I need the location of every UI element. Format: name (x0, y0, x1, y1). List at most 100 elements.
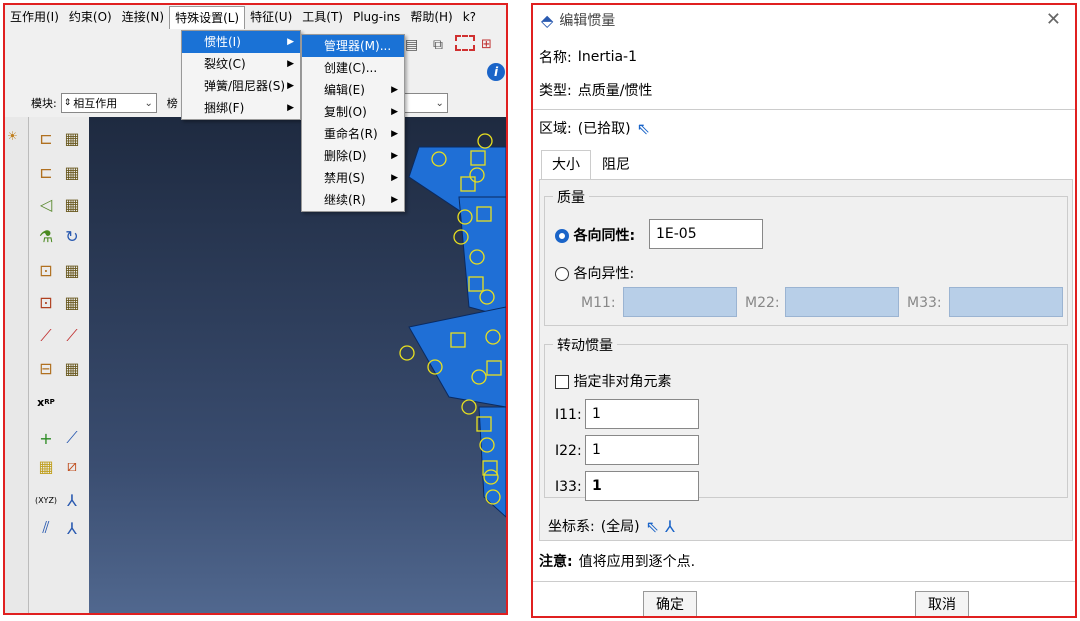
csys-icon[interactable]: ⅄ (665, 517, 675, 536)
m22-label: M22: (745, 295, 780, 311)
menu-constraint[interactable]: 约束(O) (64, 5, 117, 29)
xyz-icon[interactable]: (XYZ) (35, 489, 57, 511)
plane-icon[interactable]: ⫽ (35, 517, 57, 539)
menu-help[interactable]: 帮助(H) (405, 5, 457, 29)
pick-icon[interactable]: ⊞ (481, 37, 492, 52)
offdiag-checkbox[interactable]: 指定非对角元素 (555, 371, 671, 391)
lightbulb-icon[interactable]: ☀ (7, 129, 18, 143)
menu-feature[interactable]: 特征(U) (245, 5, 297, 29)
menu-item-label: 捆绑(F) (204, 101, 245, 115)
isotropic-input[interactable]: 1E-05 (649, 219, 763, 249)
type-row: 类型: 点质量/惯性 (539, 80, 652, 100)
property-create-icon[interactable]: ⊏ (35, 161, 57, 183)
cancel-button[interactable]: 取消 (915, 591, 969, 616)
region-row: 区域: (已拾取) ⇖ (539, 118, 650, 138)
submenu-arrow-icon: ▶ (287, 59, 294, 69)
menu-special[interactable]: 特殊设置(L) (169, 5, 246, 29)
rotate-icon[interactable]: ↻ (61, 225, 83, 247)
i22-input[interactable]: 1 (585, 435, 699, 465)
divider (533, 581, 1075, 582)
abaqus-main-window: 互作用(I) 约束(O) 连接(N) 特殊设置(L) 特征(U) 工具(T) P… (3, 3, 508, 615)
model-label: 榜 (166, 97, 178, 110)
region-value: (已拾取) (577, 121, 631, 137)
divider (533, 109, 1075, 110)
menu-item-spring[interactable]: 弹簧/阻尼器(S) ▶ (182, 75, 300, 97)
menu-item-crack[interactable]: 裂纹(C) ▶ (182, 53, 300, 75)
fastener-icon[interactable]: ⊡ (35, 291, 57, 313)
name-value: Inertia-1 (577, 49, 638, 65)
csys-icon[interactable]: ⅄ (61, 489, 83, 511)
menu-item-suppress[interactable]: 禁用(S) ▶ (302, 167, 404, 189)
constraint-icon[interactable]: ⚗ (35, 225, 57, 247)
print-icon[interactable]: ▤ (405, 37, 418, 53)
tab-panel: 质量 各向同性: 1E-05 各向异性: M11: M22: M33: 转动惯量… (539, 179, 1073, 541)
partition-icon[interactable]: ⧄ (61, 455, 83, 477)
viewport[interactable] (89, 117, 506, 613)
menu-item-edit[interactable]: 编辑(E) ▶ (302, 79, 404, 101)
menu-item-create[interactable]: 创建(C)... (302, 57, 404, 79)
csys-label: 坐标系: (548, 519, 595, 535)
module-label: 模块: (31, 97, 57, 110)
grid-icon[interactable]: ▦ (35, 455, 57, 477)
tab-damping[interactable]: 阻尼 (591, 150, 641, 180)
menu-plugins[interactable]: Plug-ins (348, 5, 405, 29)
spin-icon: ⇕ (63, 98, 72, 108)
menu-tools[interactable]: 工具(T) (297, 5, 348, 29)
i11-input[interactable]: 1 (585, 399, 699, 429)
edit-inertia-dialog: ⬘ 编辑惯量 ✕ 名称: Inertia-1 类型: 点质量/惯性 区域: (已… (531, 3, 1077, 618)
i33-input[interactable]: 1 (585, 471, 699, 501)
select-icon[interactable]: ⧉ (433, 37, 443, 53)
step-icon[interactable]: ◁ (35, 193, 57, 215)
plus-icon[interactable]: + (35, 427, 57, 449)
menu-connector[interactable]: 连接(N) (117, 5, 169, 29)
ok-button[interactable]: 确定 (643, 591, 697, 616)
module-value: 相互作用 (73, 97, 118, 110)
mass-group: 质量 各向同性: 1E-05 各向异性: M11: M22: M33: (544, 187, 1068, 326)
menu-item-manager[interactable]: 管理器(M)... (302, 35, 404, 57)
property-manager-icon[interactable]: ▦ (61, 161, 83, 183)
m33-label: M33: (907, 295, 942, 311)
menu-item-resume[interactable]: 继续(R) ▶ (302, 189, 404, 211)
dialog-title: 编辑惯量 (559, 13, 616, 29)
menu-item-delete[interactable]: 删除(D) ▶ (302, 145, 404, 167)
interaction-manager-icon[interactable]: ▦ (61, 127, 83, 149)
section-manager-icon[interactable]: ▦ (61, 357, 83, 379)
context-help-icon[interactable]: k? (458, 5, 481, 29)
offdiag-label: 指定非对角元素 (573, 374, 672, 390)
interaction-create-icon[interactable]: ⊏ (35, 127, 57, 149)
close-icon[interactable]: ✕ (1046, 9, 1061, 30)
info-icon[interactable]: i (487, 63, 505, 81)
csys2-icon[interactable]: ⅄ (61, 517, 83, 539)
connector-icon[interactable]: ⊡ (35, 259, 57, 281)
menu-item-inertia[interactable]: 惯性(I) ▶ (182, 31, 300, 53)
menu-item-label: 编辑(E) (324, 83, 365, 97)
mass-group-label: 质量 (553, 187, 589, 207)
menu-item-fastener[interactable]: 捆绑(F) ▶ (182, 97, 300, 119)
region-label: 区域: (539, 121, 572, 137)
menu-item-label: 裂纹(C) (204, 57, 246, 71)
submenu-arrow-icon: ▶ (287, 37, 294, 47)
menu-item-label: 禁用(S) (324, 171, 365, 185)
module-combo[interactable]: ⇕ 相互作用 ⌄ (60, 93, 157, 113)
anisotropic-radio[interactable]: 各向异性: (555, 263, 634, 283)
isotropic-radio[interactable]: 各向同性: (555, 225, 635, 245)
pick-arrow-icon[interactable]: ⇖ (646, 517, 659, 536)
tab-bar: 大小 阻尼 (541, 150, 641, 180)
menu-item-rename[interactable]: 重命名(R) ▶ (302, 123, 404, 145)
left-strip: ☀ (5, 117, 29, 613)
chevron-down-icon: ⌄ (144, 97, 153, 109)
datum-axis-icon[interactable]: ⟋ (61, 427, 83, 449)
wire2-icon[interactable]: ⟋ (61, 325, 83, 347)
tab-size[interactable]: 大小 (541, 150, 591, 180)
section-icon[interactable]: ⊟ (35, 357, 57, 379)
reference-point-icon[interactable]: x RP (35, 391, 57, 413)
note-text: 值将应用到逐个点. (578, 554, 696, 570)
connector-manager-icon[interactable]: ▦ (61, 259, 83, 281)
box-select-icon[interactable] (455, 35, 475, 51)
step-manager-icon[interactable]: ▦ (61, 193, 83, 215)
wire-icon[interactable]: ⟋ (35, 325, 57, 347)
fastener-manager-icon[interactable]: ▦ (61, 291, 83, 313)
pick-arrow-icon[interactable]: ⇖ (637, 119, 650, 138)
menu-item-copy[interactable]: 复制(O) ▶ (302, 101, 404, 123)
menu-interaction[interactable]: 互作用(I) (5, 5, 64, 29)
